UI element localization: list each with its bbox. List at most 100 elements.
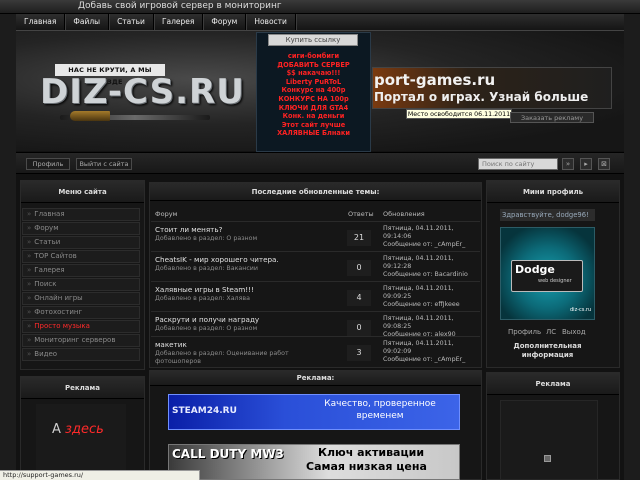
avatar-subtitle: web designer bbox=[538, 278, 572, 284]
nav-home[interactable]: Главная bbox=[16, 14, 66, 30]
update-author[interactable]: Сообщение от: _cAmpEr_ bbox=[383, 241, 465, 249]
menu-item-video[interactable]: » Видео bbox=[22, 348, 140, 361]
bullet-icon: » bbox=[27, 322, 32, 330]
update-date: Пятница, 04.11.2011, bbox=[383, 285, 454, 292]
topic-answers: 3 bbox=[347, 345, 371, 361]
menu-item-music[interactable]: » Просто музыка bbox=[22, 320, 140, 333]
text-ad-link[interactable]: Этот сайт лучше bbox=[256, 121, 371, 130]
latest-topics-title: Последние обновленные темы: bbox=[150, 183, 481, 201]
nav-news[interactable]: Новости bbox=[246, 14, 296, 30]
right-margin bbox=[624, 14, 640, 480]
bullet-icon: » bbox=[27, 308, 32, 316]
profile-button[interactable]: Профиль bbox=[26, 158, 70, 170]
topic-section[interactable]: Добавлено в раздел: О разном bbox=[155, 235, 335, 243]
cod-line-2: Самая низкая цена bbox=[306, 460, 427, 473]
update-date: Пятница, 04.11.2011, bbox=[383, 255, 454, 262]
topic-link[interactable]: макетик bbox=[155, 340, 187, 349]
update-author[interactable]: Сообщение от: Bacardinio bbox=[383, 271, 468, 279]
update-time: 09:02:09 bbox=[383, 348, 412, 355]
text-ads-list: сиги-бомбиги ДОБАВИТЬ СЕРВЕР $$ накачаю!… bbox=[256, 52, 371, 138]
col-answers: Ответы bbox=[348, 210, 374, 218]
menu-item-home[interactable]: » Главная bbox=[22, 208, 140, 221]
topic-answers: 21 bbox=[347, 230, 371, 246]
menu-item-server-monitoring[interactable]: » Мониторинг серверов bbox=[22, 334, 140, 347]
nav-forum[interactable]: Форум bbox=[203, 14, 247, 30]
menu-item-search[interactable]: » Поиск bbox=[22, 278, 140, 291]
search-go-icon[interactable]: » bbox=[562, 158, 574, 170]
site-logo[interactable]: DIZ-CS.RU bbox=[40, 72, 245, 112]
update-time: 09:09:25 bbox=[383, 293, 412, 300]
bullet-icon: » bbox=[27, 224, 32, 232]
topic-link[interactable]: CheatsIK - мир хорошего читера. bbox=[155, 255, 279, 264]
bullet-icon: » bbox=[27, 336, 32, 344]
top-announcement[interactable]: Добавь свой игровой сервер в мониторинг bbox=[78, 1, 282, 11]
menu-item-label: Галерея bbox=[34, 266, 65, 274]
topic-section[interactable]: Добавлено в раздел: Оценивание работ фот… bbox=[155, 350, 335, 366]
nav-articles[interactable]: Статьи bbox=[109, 14, 154, 30]
messages-link[interactable]: ЛС bbox=[546, 326, 556, 338]
topic-answers: 4 bbox=[347, 290, 371, 306]
update-author[interactable]: Сообщение от: effJkeee bbox=[383, 301, 460, 309]
bullet-icon: » bbox=[27, 350, 32, 358]
menu-title: Меню сайта bbox=[21, 181, 144, 203]
menu-item-gallery[interactable]: » Галерея bbox=[22, 264, 140, 277]
menu-item-articles[interactable]: » Статьи bbox=[22, 236, 140, 249]
topic-update: Пятница, 04.11.2011, 09:09:25 Сообщение от… bbox=[383, 285, 460, 309]
bullet-icon: » bbox=[27, 280, 32, 288]
table-row: макетик Добавлено в раздел: Оценивание р… bbox=[151, 336, 480, 366]
menu-item-label: Мониторинг серверов bbox=[34, 336, 116, 344]
text-ad-link[interactable]: ХАЛЯВНЫЕ Блнаки bbox=[256, 129, 371, 138]
menu-item-online-games[interactable]: » Онлайн игры bbox=[22, 292, 140, 305]
topic-link[interactable]: Халявные игры в Steam!!! bbox=[155, 285, 254, 294]
menu-item-photohosting[interactable]: » Фотохостинг bbox=[22, 306, 140, 319]
topic-section[interactable]: Добавлено в раздел: Вакансии bbox=[155, 265, 335, 273]
topic-update: Пятница, 04.11.2011, 09:02:09 Сообщение от… bbox=[383, 340, 465, 364]
menu-item-top-sites[interactable]: » TOP Сайтов bbox=[22, 250, 140, 263]
bullet-icon: » bbox=[27, 252, 32, 260]
cod-line-1: Ключ активации bbox=[318, 446, 425, 459]
update-author[interactable]: Сообщение от: _cAmpEr_ bbox=[383, 356, 465, 364]
mini-profile-title: Мини профиль bbox=[487, 181, 619, 203]
menu-item-forum[interactable]: » Форум bbox=[22, 222, 140, 235]
topic-section[interactable]: Добавлено в раздел: Халява bbox=[155, 295, 335, 303]
left-ad-text-b: здесь bbox=[65, 422, 104, 437]
extra-info-link[interactable]: Дополнительная информация bbox=[490, 342, 605, 360]
text-ad-link[interactable]: Liberty PuRToL bbox=[256, 78, 371, 87]
exit-link[interactable]: Выход bbox=[562, 326, 586, 338]
right-ad-slot[interactable] bbox=[500, 400, 598, 480]
order-ad-button[interactable]: Заказать рекламу bbox=[510, 112, 594, 123]
text-ad-link[interactable]: ДОБАВИТЬ СЕРВЕР bbox=[256, 61, 371, 70]
profile-link[interactable]: Профиль bbox=[508, 326, 541, 338]
text-ad-link[interactable]: Конк. на деньги bbox=[256, 112, 371, 121]
topic-answers: 0 bbox=[347, 320, 371, 336]
left-ad-slot[interactable] bbox=[36, 404, 126, 480]
topic-update: Пятница, 04.11.2011, 09:14:06 Сообщение от… bbox=[383, 225, 465, 249]
topic-link[interactable]: Стоит ли менять? bbox=[155, 225, 222, 234]
buy-link-button[interactable]: Купить ссылку bbox=[268, 34, 358, 46]
topic-answers: 0 bbox=[347, 260, 371, 276]
update-time: 09:08:25 bbox=[383, 323, 412, 330]
text-ad-link[interactable]: КОНКУРС НА 100р bbox=[256, 95, 371, 104]
rss-icon[interactable]: ▸ bbox=[580, 158, 592, 170]
table-row: Халявные игры в Steam!!! Добавлено в раз… bbox=[151, 281, 480, 311]
logout-button[interactable]: Выйти с сайта bbox=[76, 158, 132, 170]
search-input[interactable] bbox=[478, 158, 558, 170]
bullet-icon: » bbox=[27, 238, 32, 246]
avatar-name: Dodge bbox=[515, 263, 555, 276]
col-forum: Форум bbox=[155, 210, 178, 218]
nav-files[interactable]: Файлы bbox=[65, 14, 110, 30]
menu-item-label: Главная bbox=[34, 210, 65, 218]
greeting-text: Здравствуйте, dodge96! bbox=[500, 209, 595, 221]
menu-item-label: Видео bbox=[34, 350, 58, 358]
text-ad-link[interactable]: сиги-бомбиги bbox=[256, 52, 371, 61]
text-ad-link[interactable]: $$ накачаю!!! bbox=[256, 69, 371, 78]
text-ad-link[interactable]: Конкурс на 400р bbox=[256, 86, 371, 95]
settings-icon[interactable]: ⊠ bbox=[598, 158, 610, 170]
steam-logo: STEAM24.RU bbox=[172, 406, 237, 416]
menu-item-label: Просто музыка bbox=[34, 322, 90, 330]
topic-link[interactable]: Раскрути и получи награду bbox=[155, 315, 259, 324]
text-ad-link[interactable]: КЛЮЧИ ДЛЯ GTA4 bbox=[256, 104, 371, 113]
nav-gallery[interactable]: Галерея bbox=[154, 14, 204, 30]
topic-section[interactable]: Добавлено в раздел: О разном bbox=[155, 325, 335, 333]
update-time: 09:14:06 bbox=[383, 233, 412, 240]
